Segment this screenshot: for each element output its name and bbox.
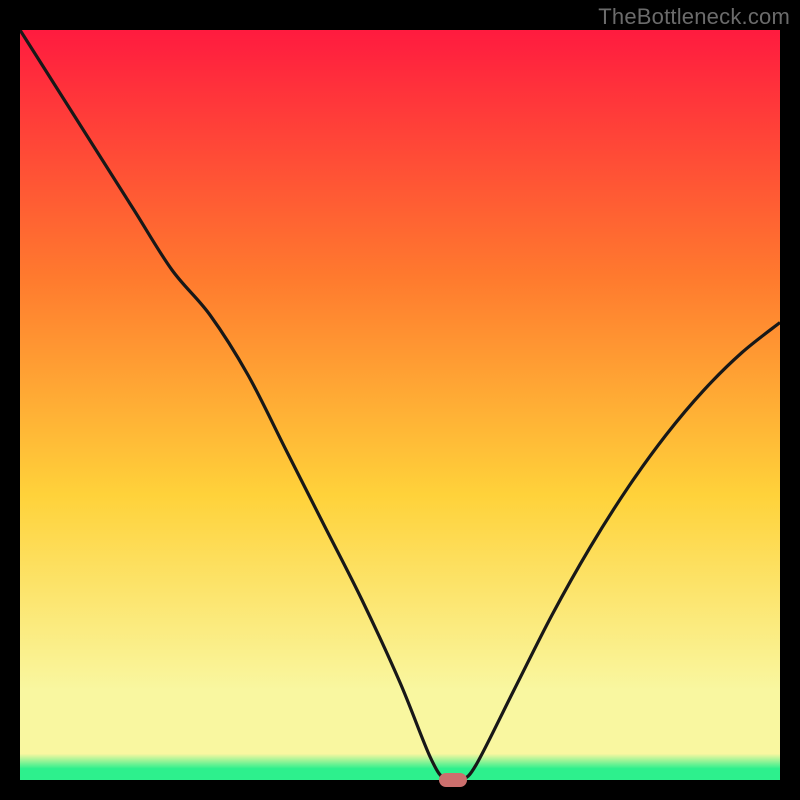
plot-svg xyxy=(20,30,780,780)
optimal-point-marker xyxy=(439,773,467,787)
chart-frame: TheBottleneck.com xyxy=(0,0,800,800)
watermark-text: TheBottleneck.com xyxy=(598,4,790,30)
gradient-background xyxy=(20,30,780,780)
bottleneck-plot xyxy=(20,30,780,780)
